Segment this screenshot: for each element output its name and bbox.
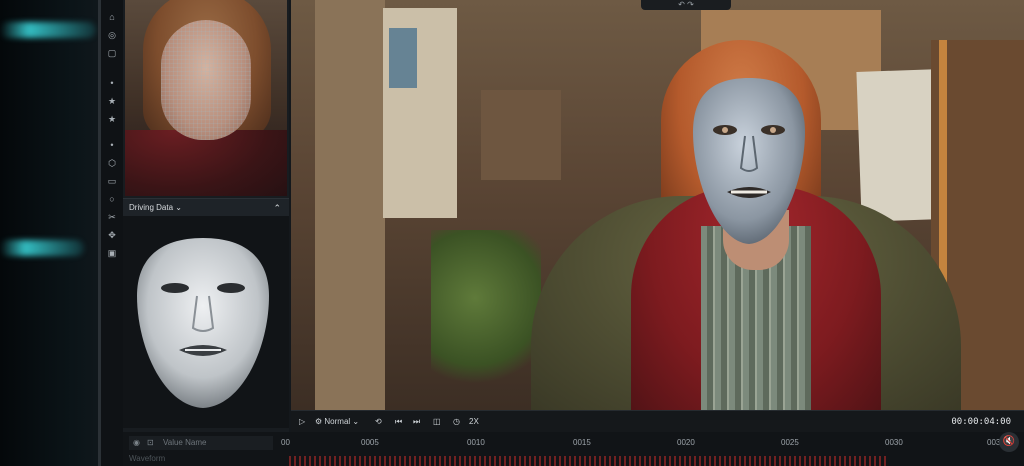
circle-outline-icon[interactable]: ○ bbox=[105, 192, 119, 206]
undo-redo-controls[interactable]: ↶ ↷ bbox=[641, 0, 731, 10]
home-icon[interactable]: ⌂ bbox=[105, 10, 119, 24]
source-thumbnail[interactable] bbox=[125, 0, 287, 196]
step-back-icon[interactable]: ⏮ bbox=[395, 411, 402, 433]
driving-data-header[interactable]: Driving Data ⌄ ⌃ bbox=[123, 198, 289, 217]
step-forward-icon[interactable]: ⏭ bbox=[413, 411, 420, 433]
audio-waveform bbox=[289, 456, 889, 466]
scissors-icon[interactable]: ✂ bbox=[105, 210, 119, 224]
timecode: 00:00:04:00 bbox=[951, 417, 1011, 427]
chat-icon[interactable]: ▢ bbox=[105, 46, 119, 60]
tick-label: 0015 bbox=[573, 438, 591, 447]
tick-label: 0005 bbox=[361, 438, 379, 447]
play-icon[interactable]: ▷ bbox=[299, 411, 305, 433]
tick-label: 0030 bbox=[885, 438, 903, 447]
tick-label: 0020 bbox=[677, 438, 695, 447]
teal-glow bbox=[0, 240, 84, 256]
star-icon[interactable]: ★ bbox=[105, 112, 119, 126]
circle-icon[interactable]: ◎ bbox=[105, 28, 119, 42]
face-mask-overlay bbox=[693, 78, 805, 244]
driving-data-preview bbox=[123, 216, 289, 428]
teal-glow bbox=[0, 22, 96, 38]
square-icon[interactable]: ▣ bbox=[105, 246, 119, 260]
face-mask-render bbox=[137, 238, 269, 408]
backdrop bbox=[0, 0, 104, 466]
playback-mode-select[interactable]: ⚙ Normal ⌄ bbox=[315, 411, 359, 433]
transport-bar: ▷ ⚙ Normal ⌄ ⟲ ⏮ ⏭ ◫ ◷ 2X 00:00:04:00 bbox=[291, 410, 1024, 433]
value-name-label: Value Name bbox=[163, 438, 207, 447]
dot-icon: • bbox=[110, 140, 114, 150]
timeline-ruler[interactable]: 00 0005 0010 0015 0020 0025 0030 0035 bbox=[277, 436, 1021, 450]
lock-icon[interactable]: ⊡ bbox=[147, 436, 154, 450]
left-panel: Driving Data ⌄ ⌃ bbox=[123, 0, 289, 466]
timeline[interactable]: ◉ ⊡ Value Name 00 0005 0010 0015 0020 00… bbox=[123, 432, 1024, 466]
value-name-row[interactable]: ◉ ⊡ Value Name bbox=[129, 436, 273, 450]
eye-icon[interactable]: ◉ bbox=[133, 436, 140, 450]
clock-icon[interactable]: ◷ bbox=[453, 411, 460, 433]
tick-label: 00 bbox=[281, 438, 290, 447]
driving-data-label[interactable]: Driving Data ⌄ bbox=[129, 199, 182, 217]
waveform-label: Waveform bbox=[129, 454, 166, 463]
tool-strip: ⌂ ◎ ▢ • ★ ★ • ⬡ ▭ ○ ✂ ✥ ▣ bbox=[101, 0, 123, 466]
mute-icon[interactable]: 🔇 bbox=[999, 432, 1019, 452]
app-window: ⌂ ◎ ▢ • ★ ★ • ⬡ ▭ ○ ✂ ✥ ▣ Driving Data ⌄… bbox=[98, 0, 1024, 466]
tick-label: 0025 bbox=[781, 438, 799, 447]
cube-icon[interactable]: ⬡ bbox=[105, 156, 119, 170]
tick-label: 0010 bbox=[467, 438, 485, 447]
move-icon[interactable]: ✥ bbox=[105, 228, 119, 242]
dot-icon: • bbox=[110, 78, 114, 88]
face-mesh-overlay bbox=[161, 20, 251, 140]
frame-icon[interactable]: ◫ bbox=[433, 411, 441, 433]
speed-label[interactable]: 2X bbox=[469, 411, 479, 433]
loop-icon[interactable]: ⟲ bbox=[375, 411, 382, 433]
star-icon[interactable]: ★ bbox=[105, 94, 119, 108]
chevron-up-icon[interactable]: ⌃ bbox=[273, 199, 281, 217]
folder-icon[interactable]: ▭ bbox=[105, 174, 119, 188]
main-viewer[interactable]: ↶ ↷ bbox=[291, 0, 1024, 410]
